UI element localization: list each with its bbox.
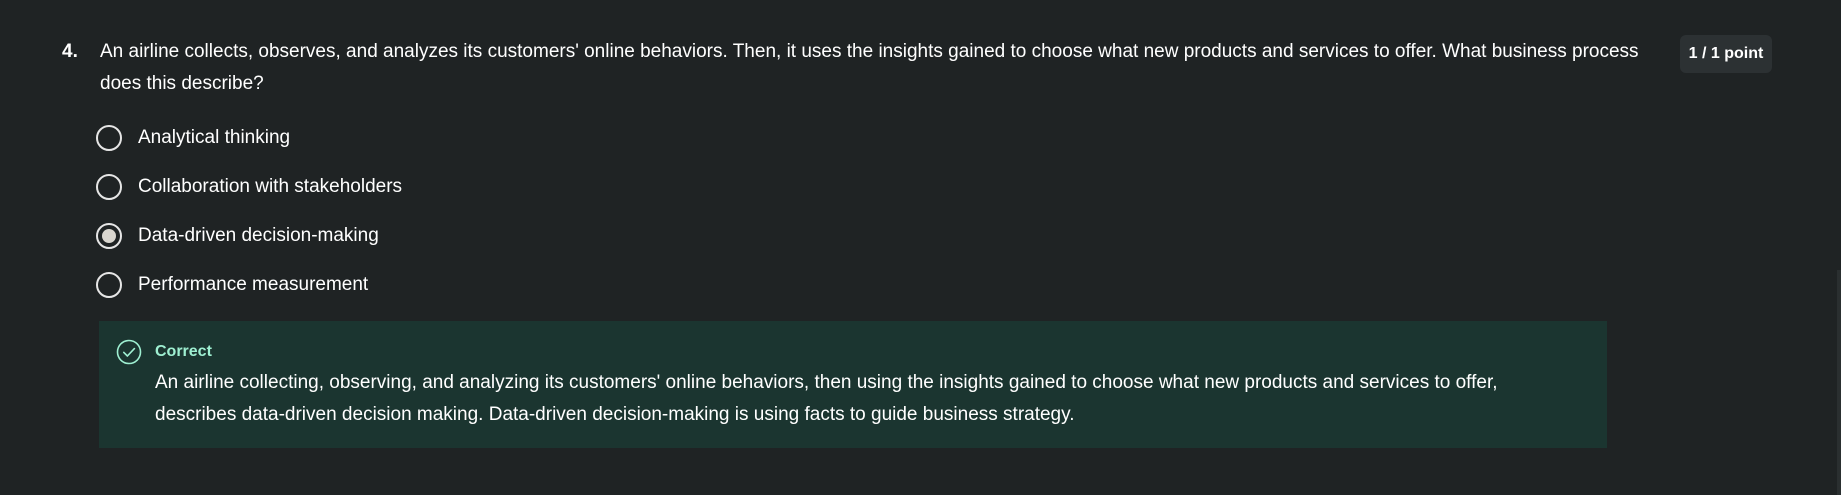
radio-button[interactable] <box>96 125 122 151</box>
check-circle-icon <box>116 339 142 365</box>
option-analytical-thinking[interactable]: Analytical thinking <box>96 122 696 154</box>
option-label: Analytical thinking <box>138 127 291 148</box>
option-collaboration-with-stakeholders[interactable]: Collaboration with stakeholders <box>96 171 696 203</box>
feedback-title: Correct <box>155 343 212 360</box>
option-label: Data-driven decision-making <box>138 225 379 246</box>
scrollbar[interactable] <box>1837 270 1841 495</box>
question-text: An airline collects, observes, and analy… <box>100 41 1639 94</box>
option-performance-measurement[interactable]: Performance measurement <box>96 269 696 301</box>
option-label: Collaboration with stakeholders <box>138 176 403 197</box>
option-data-driven-decision-making[interactable]: Data-driven decision-making <box>96 220 696 252</box>
option-label: Performance measurement <box>138 274 369 295</box>
radio-button-selected[interactable] <box>96 223 122 249</box>
feedback-panel: Correct An airline collecting, observing… <box>99 321 1607 448</box>
points-badge: 1 / 1 point <box>1680 35 1772 73</box>
radio-button[interactable] <box>96 272 122 298</box>
radio-button[interactable] <box>96 174 122 200</box>
question-number: 4. <box>62 41 78 62</box>
feedback-explanation: An airline collecting, observing, and an… <box>155 372 1498 425</box>
